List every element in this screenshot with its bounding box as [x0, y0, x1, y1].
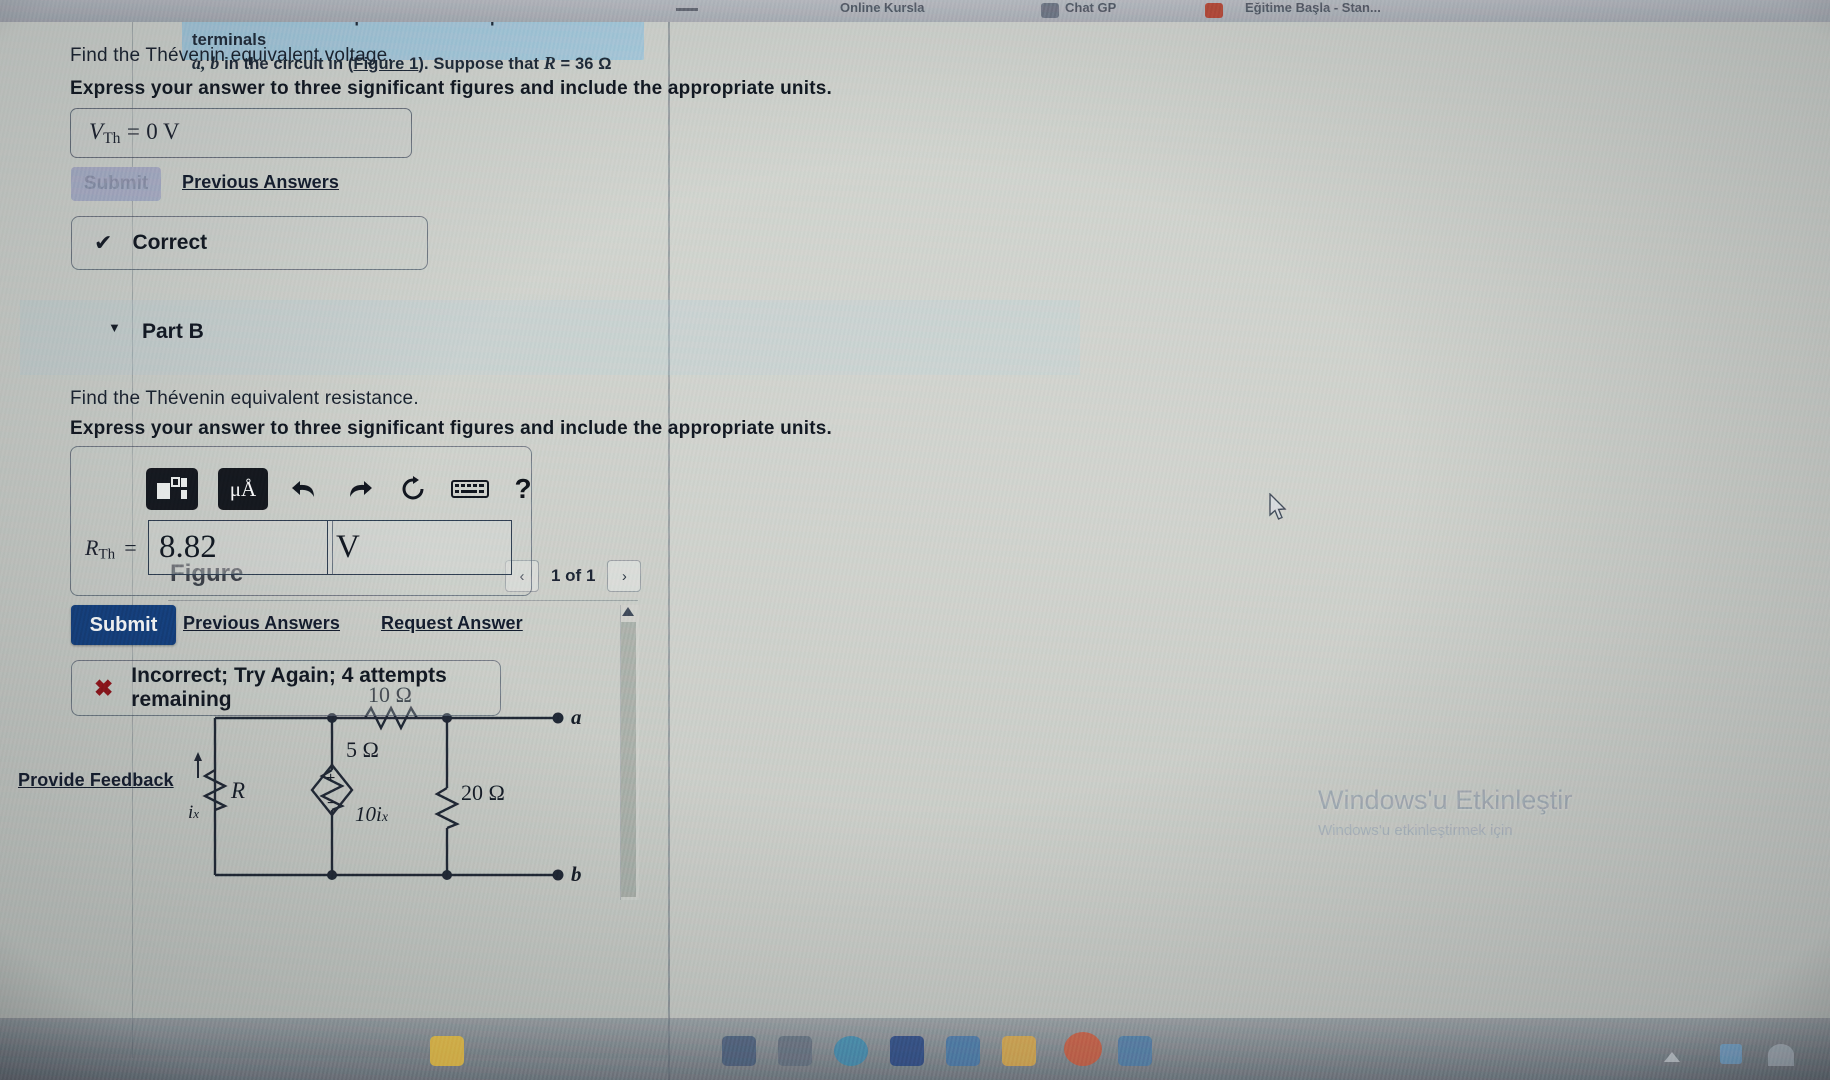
taskbar-icon-media[interactable] [1064, 1032, 1102, 1066]
ohm-unit: Ω [598, 55, 612, 73]
source-minus-sign: − [327, 795, 337, 812]
units-micro-angstrom-icon[interactable]: μÅ [218, 468, 268, 510]
terminal-b-label: b [571, 862, 582, 886]
rth-symbol: R [85, 535, 99, 560]
part-b-submit-button[interactable]: Submit [71, 605, 176, 645]
panel-divider [668, 0, 670, 1080]
caret-down-icon[interactable]: ▼ [108, 320, 121, 335]
part-b-header-label[interactable]: Part B [142, 320, 204, 344]
reset-circular-arrow-icon[interactable] [396, 472, 430, 506]
label-5-ohm: 5 Ω [346, 737, 379, 762]
part-b-request-answer-link[interactable]: Request Answer [381, 613, 523, 634]
show-hidden-icons-icon[interactable] [1664, 1052, 1680, 1062]
windows-activation-subtitle: Windows'u etkinleştirmek için [1318, 822, 1513, 839]
part-a-status-correct: ✔ Correct [71, 216, 428, 270]
part-a-instruction: Express your answer to three significant… [70, 78, 832, 99]
part-b-answer-value: 8.82 [159, 529, 217, 565]
terminal-a-label: a [571, 705, 582, 729]
taskbar-icon-app[interactable] [778, 1036, 812, 1066]
figure-scrollbar-thumb[interactable] [621, 622, 636, 897]
figure-next-button[interactable]: › [607, 560, 642, 592]
browser-tab-2[interactable]: Eğitime Başla - Stan... [1245, 0, 1381, 15]
part-a-status-label: Correct [132, 231, 208, 254]
part-b-answer-units: V [336, 529, 360, 565]
equals-sign: = [126, 119, 140, 145]
taskbar-icon-explorer[interactable] [722, 1036, 756, 1066]
label-20-ohm: 20 Ω [461, 780, 505, 805]
windows-taskbar [0, 1018, 1830, 1080]
label-ix: ix [188, 802, 200, 823]
browser-tab-0[interactable]: Online Kursla [840, 0, 925, 15]
browser-chrome-strip: Online Kursla Chat GP Eğitime Başla - St… [0, 0, 1830, 22]
keyboard-icon[interactable] [450, 474, 490, 504]
label-R: R [231, 778, 246, 803]
help-label: ? [514, 473, 532, 504]
part-b-units-input[interactable]: V [327, 520, 512, 575]
part-a-answer-expression: VTh = 0 V [89, 118, 180, 148]
part-b-value-input[interactable]: 8.82 [148, 520, 333, 575]
mouse-cursor [1268, 492, 1290, 528]
figure-divider [168, 600, 638, 601]
scroll-up-arrow-icon[interactable] [622, 607, 634, 616]
tab-favicon-chatgpt [1041, 3, 1059, 18]
tab-favicon-generic [1205, 3, 1223, 18]
browser-tab-1[interactable]: Chat GP [1065, 0, 1116, 15]
part-b-answer-expression: RTh = [85, 535, 137, 564]
check-icon: ✔ [94, 230, 113, 255]
vth-subscript: Th [103, 129, 121, 147]
part-b-status-incorrect: ✖ Incorrect; Try Again; 4 attempts remai… [71, 660, 501, 716]
part-b-prompt: Find the Thévenin equivalent resistance. [70, 388, 419, 409]
undo-arrow-icon[interactable] [288, 472, 322, 506]
label-dependent-source: 10ix [355, 802, 389, 826]
taskbar-icon-word[interactable] [890, 1036, 924, 1066]
right-answer-panel [670, 0, 1830, 1080]
figure-page-label: 1 of 1 [551, 566, 596, 585]
source-plus-sign: + [326, 770, 336, 787]
network-icon[interactable] [1720, 1044, 1742, 1064]
resistance-symbol: R [543, 53, 556, 73]
taskbar-icon-folder[interactable] [1002, 1036, 1036, 1066]
vth-symbol: V [89, 119, 104, 145]
part-b-instruction: Express your answer to three significant… [70, 418, 832, 439]
minimize-icon[interactable] [676, 8, 698, 11]
part-b-previous-answers-link[interactable]: Previous Answers [183, 613, 340, 634]
math-input-toolbar: μÅ ? [146, 468, 536, 510]
taskbar-icon-notes[interactable] [430, 1036, 464, 1066]
equals-sign-b: = [124, 535, 137, 560]
math-template-icon[interactable] [146, 468, 198, 510]
redo-arrow-icon[interactable] [342, 472, 376, 506]
windows-activation-title: Windows'u Etkinleştir [1318, 785, 1573, 815]
question-line-2-text-b: ). Suppose that [418, 55, 544, 73]
part-a-answer-value: 0 V [146, 119, 180, 145]
part-a-submit-button[interactable]: Submit [71, 167, 161, 201]
part-b-status-label: Incorrect; Try Again; 4 attempts remaini… [131, 664, 447, 711]
chevron-right-icon: › [621, 567, 627, 585]
taskbar-icon-mail[interactable] [946, 1036, 980, 1066]
units-label: μÅ [229, 476, 257, 501]
part-a-prompt: Find the Thévenin equivalent voltage. [70, 45, 393, 66]
part-a-previous-answers-link[interactable]: Previous Answers [182, 172, 339, 193]
part-a-answer-field[interactable]: VTh = 0 V [70, 108, 412, 158]
question-mark-icon[interactable]: ? [510, 472, 536, 506]
resistance-value: = 36 [555, 55, 599, 73]
provide-feedback-link[interactable]: Provide Feedback [18, 770, 174, 791]
taskbar-icon-store[interactable] [1118, 1036, 1152, 1066]
cross-icon: ✖ [94, 674, 114, 701]
volume-icon[interactable] [1768, 1044, 1794, 1066]
taskbar-icon-browser[interactable] [834, 1036, 868, 1066]
rth-subscript: Th [98, 546, 116, 563]
